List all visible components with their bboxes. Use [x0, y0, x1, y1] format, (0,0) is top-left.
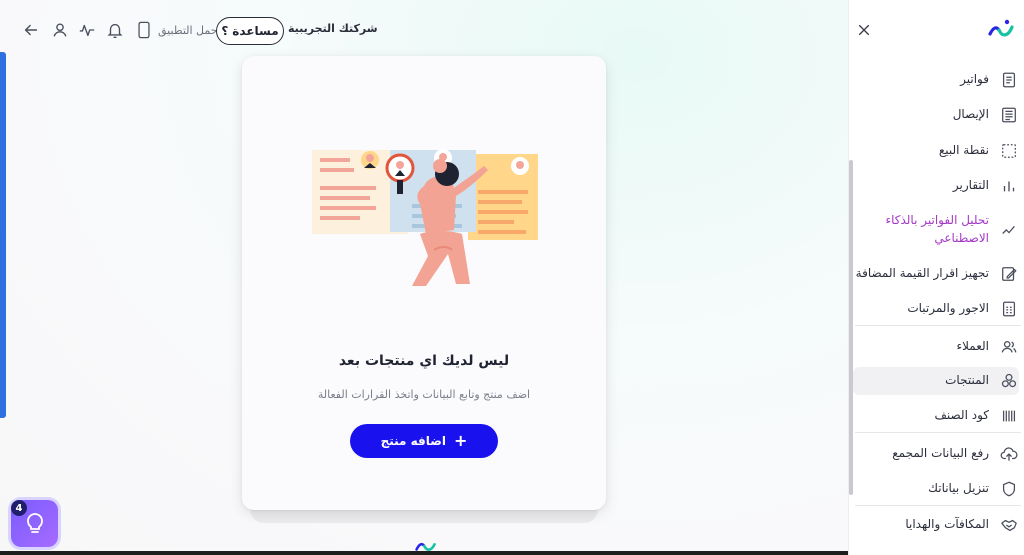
top-bar: حمل التطبيق ؟ مساعدة شركتك التجريبية: [0, 0, 848, 60]
lightbulb-icon: [26, 512, 43, 533]
barcode-icon: [999, 406, 1019, 426]
sidebar-item-label: العملاء: [956, 339, 989, 354]
add-product-button[interactable]: اضافه منتج +: [350, 424, 498, 458]
empty-products-illustration: [312, 149, 538, 286]
company-name[interactable]: شركتك التجريبية: [288, 22, 378, 35]
bell-icon[interactable]: [104, 19, 126, 41]
sidebar-divider: [855, 505, 1021, 506]
reports-icon: [999, 176, 1019, 196]
sidebar-item-bulk-upload[interactable]: رفع البيانات المجمع: [853, 442, 1019, 466]
customers-icon: [999, 337, 1019, 357]
download-app-link[interactable]: حمل التطبيق: [136, 16, 218, 44]
close-icon[interactable]: [855, 21, 873, 39]
sidebar-item-label: تجهيز اقرار القيمة المضافة: [855, 266, 989, 281]
sidebar-item-label: الاجور والمرتبات: [907, 301, 989, 316]
help-question-icon: ؟: [221, 24, 229, 38]
back-arrow-icon[interactable]: [20, 19, 42, 41]
sidebar-item-label: فواتير: [960, 72, 989, 87]
sidebar: فواتير الإيصال نقطة البيع التقارير تحليل…: [848, 0, 1024, 555]
sidebar-divider: [855, 432, 1021, 433]
sidebar-item-payroll[interactable]: الاجور والمرتبات: [853, 297, 1019, 321]
receipt-icon: [999, 105, 1019, 125]
sidebar-divider: [855, 325, 1021, 326]
help-label: مساعدة: [232, 24, 279, 38]
sidebar-item-label: نقطة البيع: [938, 143, 989, 158]
sidebar-item-label: تنزيل بياناتك: [928, 481, 989, 496]
sidebar-item-label: التقارير: [952, 178, 989, 193]
left-accent-bar: [0, 52, 6, 418]
sidebar-item-download-data[interactable]: تنزيل بياناتك: [853, 477, 1019, 501]
empty-state-subtitle: اضف منتج وتابع البيانات واتخذ القرارات ا…: [317, 388, 531, 401]
sidebar-item-label: كود الصنف: [934, 408, 989, 423]
sidebar-item-label: رفع البيانات المجمع: [892, 446, 989, 461]
upload-cloud-icon: [999, 444, 1019, 464]
sidebar-item-rewards[interactable]: المكافآت والهدايا: [853, 513, 1019, 537]
empty-state-card: ليس لديك اي منتجات بعد اضف منتج وتابع ال…: [242, 56, 606, 510]
plus-icon: +: [454, 431, 468, 450]
handshake-icon: [999, 515, 1019, 535]
add-product-label: اضافه منتج: [380, 434, 446, 448]
sidebar-item-pos[interactable]: نقطة البيع: [853, 139, 1019, 163]
sidebar-item-invoices[interactable]: فواتير: [853, 68, 1019, 92]
sidebar-item-ai-analysis[interactable]: تحليل الفواتير بالذكاء الاصطناعي: [853, 209, 1019, 249]
help-button[interactable]: ؟ مساعدة: [216, 17, 284, 45]
sidebar-item-label: تحليل الفواتير بالذكاء الاصطناعي: [885, 213, 989, 245]
empty-state-title: ليس لديك اي منتجات بعد: [338, 353, 510, 369]
sidebar-item-customers[interactable]: العملاء: [853, 335, 1019, 359]
notification-badge: 4: [11, 500, 27, 516]
sidebar-item-products[interactable]: المنتجات: [853, 367, 1019, 395]
products-icon: [999, 371, 1019, 391]
sidebar-item-receipt[interactable]: الإيصال: [853, 103, 1019, 127]
download-app-label: حمل التطبيق: [158, 23, 218, 37]
vat-icon: [999, 264, 1019, 284]
sidebar-item-label: المنتجات: [945, 373, 989, 388]
sidebar-item-vat[interactable]: تجهيز اقرار القيمة المضافة: [853, 262, 1019, 286]
sidebar-item-item-code[interactable]: كود الصنف: [853, 404, 1019, 428]
payroll-icon: [999, 299, 1019, 319]
invoice-icon: [999, 70, 1019, 90]
brand-logo: [988, 19, 1014, 37]
sidebar-item-reports[interactable]: التقارير: [853, 174, 1019, 198]
pos-icon: [999, 141, 1019, 161]
bottom-strip: [0, 551, 848, 555]
phone-icon: [138, 21, 150, 39]
sidebar-item-label: الإيصال: [952, 107, 989, 122]
ai-analysis-icon: [999, 219, 1019, 239]
user-icon[interactable]: [49, 19, 71, 41]
shield-icon: [999, 479, 1019, 499]
activity-icon[interactable]: [76, 19, 98, 41]
sidebar-item-label: المكافآت والهدايا: [905, 517, 989, 532]
